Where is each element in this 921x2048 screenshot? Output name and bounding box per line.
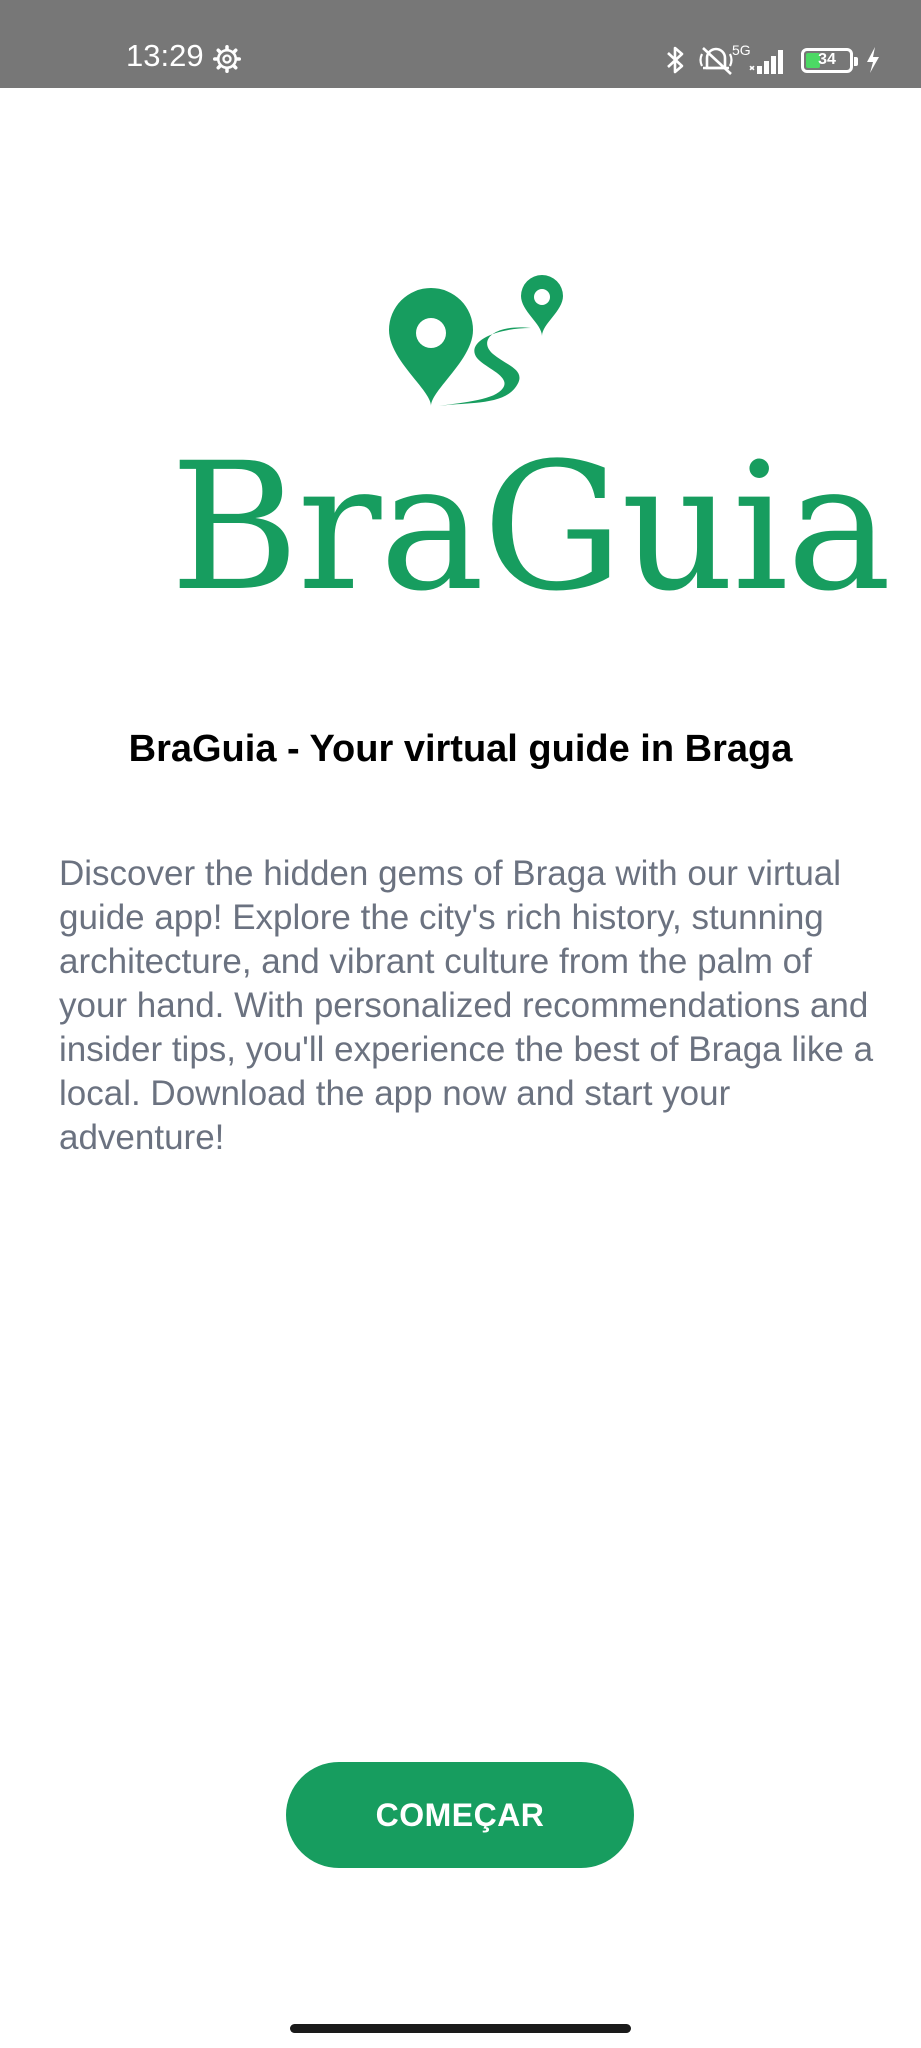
signal-icon [749,50,783,74]
status-time: 13:29 [126,38,204,73]
status-bar: 13:29 5G 34 [0,0,921,88]
status-icons: 34 [665,40,881,80]
app-logo: BraGuia [170,270,892,630]
logo-wordmark: BraGuia [170,425,892,630]
charging-icon [867,47,879,73]
bluetooth-icon [667,46,684,74]
start-button[interactable]: COMEÇAR [286,1762,634,1868]
mute-icon [699,47,733,75]
page-title: BraGuia - Your virtual guide in Braga [128,728,793,770]
battery-tip [854,56,858,66]
home-indicator[interactable] [290,2024,631,2033]
app-description: Discover the hidden gems of Braga with o… [59,854,874,1157]
battery-icon: 34 [801,47,858,73]
battery-level: 34 [818,51,836,68]
gear-icon [213,45,241,73]
